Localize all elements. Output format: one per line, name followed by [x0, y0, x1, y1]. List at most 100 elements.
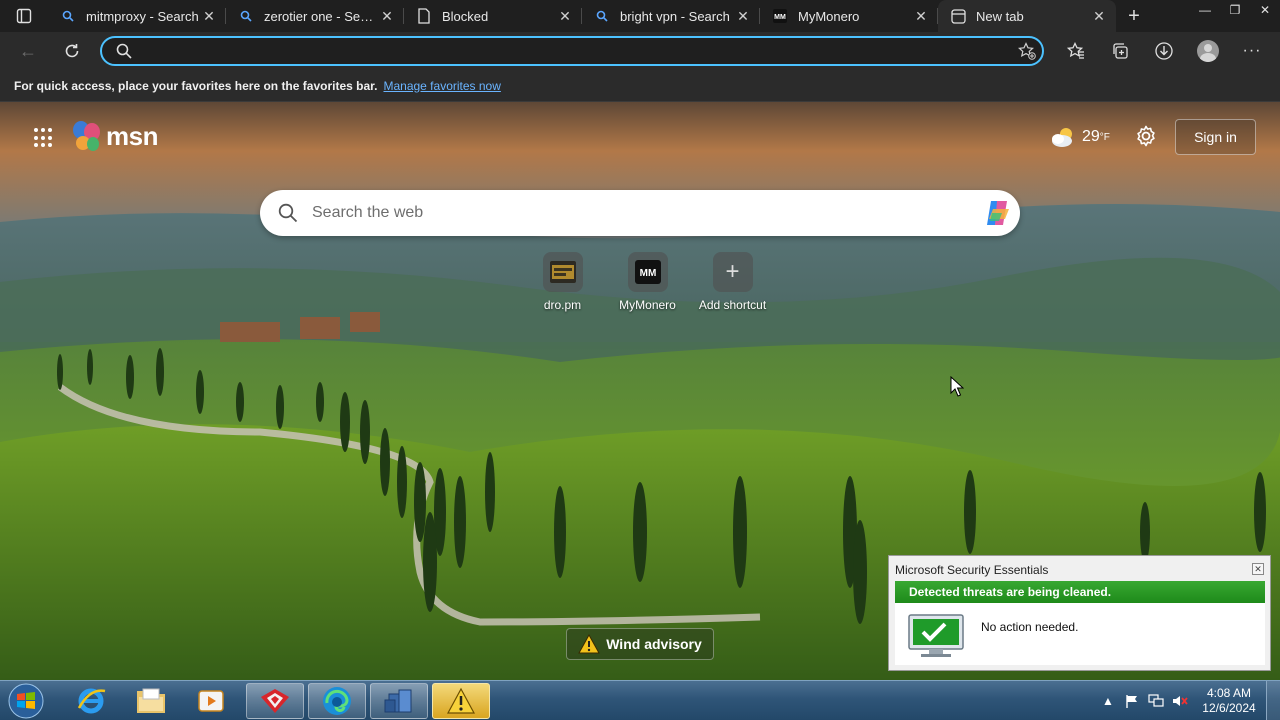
popup-body: No action needed.	[895, 603, 1265, 665]
avatar	[1197, 40, 1219, 62]
taskbar-clock[interactable]: 4:08 AM 12/6/2024	[1192, 686, 1266, 716]
new-tab-button[interactable]: +	[1116, 0, 1152, 32]
weather-widget[interactable]: 29 °F	[1050, 126, 1110, 148]
copilot-icon	[987, 201, 1009, 225]
internet-explorer-icon	[77, 688, 106, 714]
network-icon	[1148, 694, 1164, 707]
taskbar: ▲ 4:08 AM 12/6/2024	[0, 680, 1280, 720]
tab-bright-vpn-search[interactable]: bright vpn - Search ✕	[582, 0, 760, 32]
minimize-button[interactable]: —	[1190, 0, 1220, 20]
taskbar-network-app[interactable]	[370, 683, 428, 719]
popup-status-text: No action needed.	[981, 620, 1079, 634]
volume-muted-icon	[1173, 696, 1188, 706]
volume-muted-button[interactable]	[1168, 694, 1192, 708]
plus-icon: +	[725, 258, 740, 285]
address-input[interactable]	[142, 43, 1012, 59]
search-icon	[116, 43, 132, 59]
document-icon	[416, 8, 432, 24]
web-search-input[interactable]	[312, 204, 976, 222]
tab-label: Blocked	[442, 8, 489, 24]
shortcut-label: dro.pm	[543, 298, 582, 312]
taskbar-edge[interactable]	[308, 683, 366, 719]
favorites-icon	[1067, 42, 1084, 59]
gear-icon	[1137, 125, 1155, 147]
more-icon: ···	[1242, 42, 1262, 59]
tab-strip: mitmproxy - Search ✕ zerotier one - Sear…	[0, 0, 1280, 32]
more-options-button[interactable]: ···	[1234, 36, 1270, 66]
tab-label: New tab	[976, 8, 1024, 24]
edge-icon	[323, 687, 351, 715]
svg-text:MM: MM	[639, 268, 656, 279]
taskbar-file-explorer[interactable]	[122, 683, 180, 719]
newtab-icon	[950, 8, 966, 24]
show-hidden-icons-button[interactable]: ▲	[1096, 694, 1120, 708]
taskbar-red-shield-app[interactable]	[246, 683, 304, 719]
mouse-cursor-icon	[950, 376, 964, 397]
search-icon	[60, 8, 76, 24]
tab-label: MyMonero	[798, 8, 860, 24]
red-shield-icon	[261, 689, 289, 713]
web-search-box[interactable]	[260, 190, 1020, 236]
taskbar-media-player[interactable]	[182, 683, 240, 719]
network-app-icon	[384, 689, 412, 713]
shortcut-tile	[542, 252, 583, 292]
shortcut-dro-pm[interactable]: dro.pm	[520, 252, 605, 312]
page-settings-button[interactable]	[1134, 124, 1158, 148]
add-favorite-button[interactable]	[1012, 42, 1042, 60]
network-status-button[interactable]	[1144, 694, 1168, 708]
start-button[interactable]	[6, 683, 46, 719]
shortcut-mymonero[interactable]: MM MyMonero	[605, 252, 690, 312]
mymonero-icon: MM	[634, 260, 661, 284]
wind-advisory-button[interactable]: Wind advisory	[566, 628, 714, 660]
star-plus-icon	[1018, 42, 1036, 60]
taskbar-internet-explorer[interactable]	[62, 683, 120, 719]
refresh-icon	[65, 44, 79, 58]
restore-button[interactable]: ❐	[1220, 0, 1250, 20]
downloads-button[interactable]	[1146, 36, 1182, 66]
action-center-flag-button[interactable]	[1120, 694, 1144, 708]
favorites-bar: For quick access, place your favorites h…	[0, 70, 1280, 102]
tab-close-button[interactable]: ✕	[1090, 7, 1108, 25]
tab-close-button[interactable]: ✕	[912, 7, 930, 25]
collections-button[interactable]	[1102, 36, 1138, 66]
warning-icon	[446, 687, 476, 714]
sign-in-button[interactable]: Sign in	[1175, 119, 1256, 155]
tab-close-button[interactable]: ✕	[378, 7, 396, 25]
tab-mitmproxy-search[interactable]: mitmproxy - Search ✕	[48, 0, 226, 32]
copilot-button[interactable]	[976, 199, 1020, 227]
system-tray: ▲ 4:08 AM 12/6/2024	[1096, 681, 1280, 720]
tab-blocked[interactable]: Blocked ✕	[404, 0, 582, 32]
apps-launcher-button[interactable]	[34, 128, 54, 148]
tab-close-button[interactable]: ✕	[734, 7, 752, 25]
add-shortcut-button[interactable]: + Add shortcut	[690, 252, 775, 312]
back-button[interactable]: ←	[10, 36, 46, 66]
tab-new-tab[interactable]: New tab ✕	[938, 0, 1116, 32]
close-window-button[interactable]: ✕	[1250, 0, 1280, 20]
taskbar-warning-app[interactable]	[432, 683, 490, 719]
chevron-up-icon: ▲	[1102, 694, 1114, 708]
windows-logo-icon	[8, 683, 44, 719]
window-controls: — ❐ ✕	[1190, 0, 1280, 20]
tab-close-button[interactable]: ✕	[200, 7, 218, 25]
popup-close-button[interactable]: ✕	[1252, 563, 1264, 575]
address-bar[interactable]	[100, 36, 1044, 66]
favorites-button[interactable]	[1058, 36, 1094, 66]
shortcut-label: MyMonero	[619, 298, 676, 312]
show-desktop-button[interactable]	[1266, 681, 1280, 720]
refresh-button[interactable]	[54, 36, 90, 66]
tab-close-button[interactable]: ✕	[556, 7, 574, 25]
temperature-value: 29	[1082, 128, 1100, 145]
tab-zerotier-search[interactable]: zerotier one - Search ✕	[226, 0, 404, 32]
msn-butterfly-icon	[73, 121, 100, 151]
dropm-icon	[549, 261, 576, 283]
svg-text:MM: MM	[774, 14, 786, 21]
tab-mymonero[interactable]: MM MyMonero ✕	[760, 0, 938, 32]
msn-logo-text: msn	[106, 120, 158, 151]
search-icon	[238, 8, 254, 24]
profile-button[interactable]	[1190, 36, 1226, 66]
tab-actions-icon	[16, 8, 32, 24]
tab-label: mitmproxy - Search	[86, 8, 199, 24]
msn-logo[interactable]: msn	[72, 120, 158, 152]
manage-favorites-link[interactable]: Manage favorites now	[383, 79, 500, 93]
tab-actions-button[interactable]	[0, 0, 48, 32]
